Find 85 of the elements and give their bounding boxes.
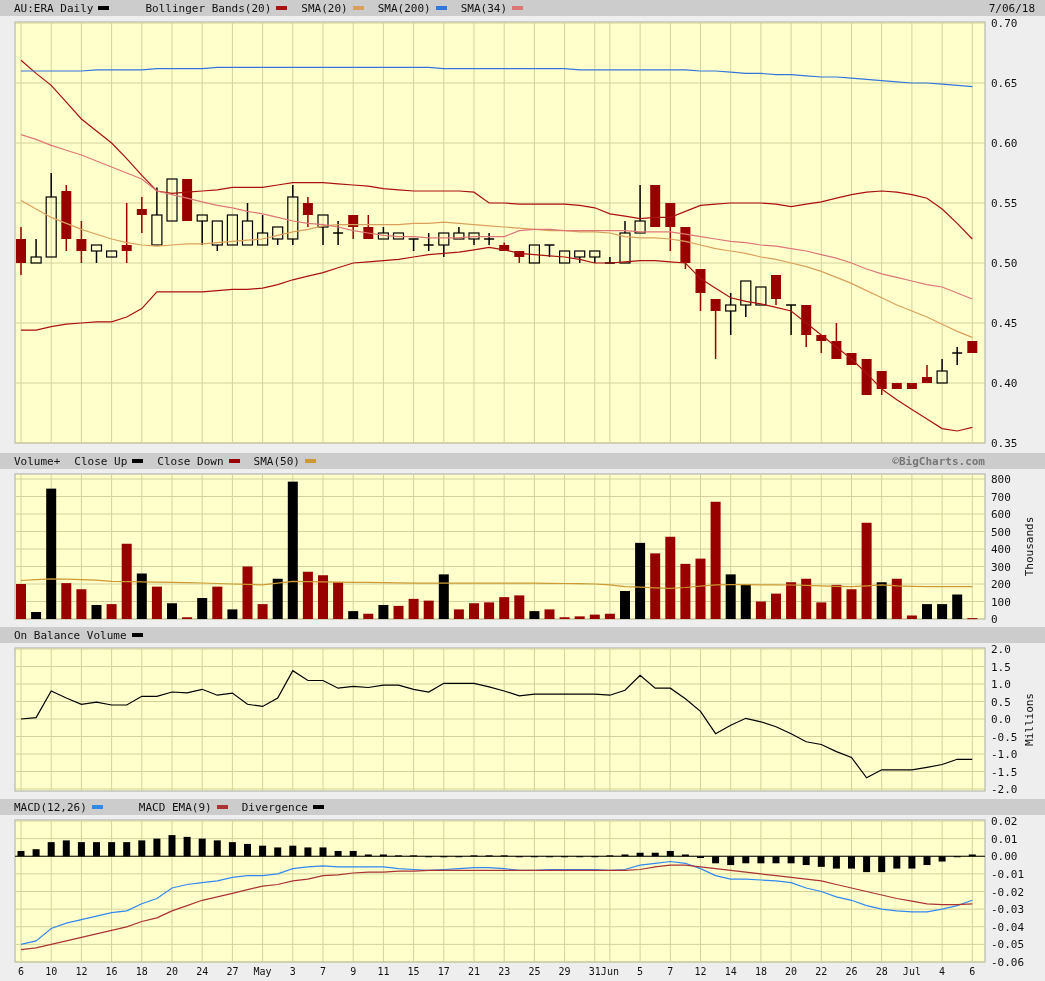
axis-tick-label: 300: [991, 560, 1011, 574]
axis-tick-label: 17: [437, 966, 450, 977]
axis-tick-label: -0.02: [991, 885, 1025, 899]
axis-tick-label: 22: [815, 966, 828, 977]
axis-tick-label: 1.0: [991, 678, 1011, 691]
axis-tick-label: 6: [969, 966, 976, 977]
axis-tick-label: 2.0: [991, 643, 1011, 656]
axis-tick-label: 0.5: [991, 695, 1011, 709]
credit-text: ©BigCharts.com: [892, 454, 985, 468]
axis-tick-label: 27: [226, 966, 239, 977]
axis-tick-label: 4: [939, 966, 946, 977]
axis-tick-label: 0.00: [991, 850, 1018, 864]
axis-tick-label: 20: [785, 966, 798, 977]
axis-tick-label: 12: [75, 966, 88, 977]
axis-tick-label: 400: [991, 543, 1011, 556]
axis-tick-label: -0.04: [991, 920, 1025, 934]
axis-tick-label: 100: [991, 595, 1011, 609]
axis-tick-label: Jul: [902, 966, 921, 977]
axis-tick-label: 0.40: [991, 377, 1018, 390]
axis-tick-label: 26: [845, 966, 858, 977]
axis-tick-label: 10: [45, 966, 58, 977]
axis-tick-label: 24: [196, 966, 209, 977]
axis-tick-label: 6: [18, 966, 24, 977]
axis-tick-label: 1.5: [991, 660, 1011, 674]
axis-tick-label: 0.0: [991, 713, 1011, 726]
legend-label: Close Up: [74, 454, 128, 468]
axis-tick-label: 3: [289, 966, 296, 977]
axis-tick-label: 0.50: [991, 257, 1018, 270]
legend-label: MACD EMA(9): [138, 800, 212, 814]
axis-tick-label: 18: [135, 966, 148, 977]
axis-tick-label: -0.01: [991, 867, 1025, 881]
axis-tick-label: 14: [724, 966, 737, 977]
legend-label: Bollinger Bands(20): [145, 1, 272, 15]
axis-tick-label: 5: [637, 966, 644, 977]
chart-title: Volume+: [14, 454, 61, 468]
axis-tick-label: 7: [667, 966, 674, 977]
axis-tick-label: -1.0: [991, 748, 1018, 761]
axis-tick-label: 500: [991, 525, 1011, 539]
axis-tick-label: -0.06: [991, 956, 1025, 969]
axis-tick-label: 0: [991, 613, 998, 624]
axis-tick-label: 700: [991, 490, 1011, 504]
axis-tick-label: May: [253, 966, 272, 977]
axis-tick-label: Jun: [600, 966, 619, 977]
axis-tick-label: 0.35: [991, 437, 1018, 450]
axis-tick-label: 18: [754, 966, 767, 977]
legend-label: SMA(200): [377, 1, 431, 15]
axis-tick-label: 0.01: [991, 832, 1018, 846]
axis-tick-label: 15: [407, 966, 420, 977]
axis-tick-label: -0.03: [991, 903, 1025, 917]
axis-tick-label: 21: [468, 966, 480, 977]
axis-tick-label: 29: [558, 966, 571, 977]
axis-tick-label: 0.70: [991, 17, 1018, 30]
axis-tick-label: 20: [166, 966, 178, 977]
axis-tick-label: 28: [875, 966, 888, 977]
axis-tick-label: 7: [320, 966, 326, 977]
legend-label: SMA(50): [253, 454, 300, 468]
axis-tick-label: 0.65: [991, 77, 1018, 90]
chart-date: 7/06/18: [988, 1, 1035, 15]
legend-label: SMA(20): [301, 1, 348, 15]
axis-tick-label: 0.02: [991, 815, 1018, 828]
axis-tick-label: -0.05: [991, 938, 1025, 952]
axis-tick-label: 9: [350, 966, 357, 977]
legend-label: MACD(12,26): [14, 800, 87, 814]
axis-tick-label: 25: [528, 966, 541, 977]
axis-tick-label: 200: [991, 578, 1011, 591]
legend-label: SMA(34): [460, 1, 508, 15]
axis-tick-label: 800: [991, 473, 1011, 486]
axis-tick-label: 12: [694, 966, 707, 977]
axis-tick-label: 16: [105, 966, 118, 977]
axis-tick-label: 600: [991, 508, 1011, 521]
chart-title: AU:ERA Daily: [14, 1, 94, 15]
axis-tick-label: -0.5: [991, 730, 1018, 744]
axis-tick-label: 0.55: [991, 197, 1018, 210]
legend-label: Divergence: [241, 800, 308, 814]
axis-tick-label: 31: [588, 966, 601, 977]
axis-tick-label: 0.60: [991, 137, 1018, 150]
axis-tick-label: -1.5: [991, 765, 1018, 779]
axis-tick-label: 0.45: [991, 317, 1018, 330]
legend-label: On Balance Volume: [14, 628, 127, 642]
axis-tick-label: -2.0: [991, 783, 1018, 796]
axis-title: Millions: [1023, 693, 1036, 746]
axis-tick-label: 11: [377, 966, 390, 977]
axis-tick-label: 23: [498, 966, 511, 977]
legend-label: Close Down: [157, 454, 224, 468]
axis-title: Thousands: [1023, 516, 1036, 577]
